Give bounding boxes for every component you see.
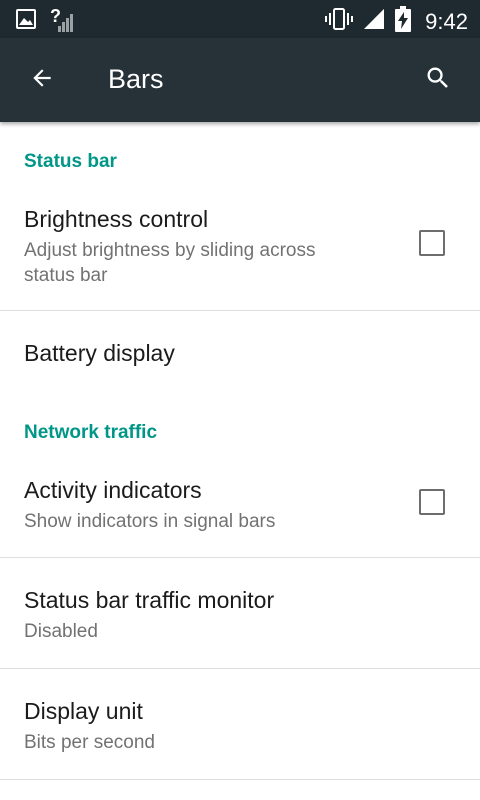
section-header-status-bar: Status bar <box>24 151 117 172</box>
pref-summary: Disabled <box>24 621 98 642</box>
pref-brightness-control[interactable]: Brightness control Adjust brightness by … <box>0 188 480 310</box>
cell-signal-icon <box>363 8 385 35</box>
app-bar: Bars <box>0 38 480 122</box>
page-title: Bars <box>108 64 164 94</box>
pref-title: Display unit <box>24 698 143 724</box>
pref-traffic-monitor[interactable]: Status bar traffic monitor Disabled <box>0 558 480 668</box>
activity-indicators-checkbox[interactable] <box>419 489 445 515</box>
divider <box>0 779 480 780</box>
search-button[interactable] <box>414 58 462 102</box>
pref-title: Brightness control <box>24 206 209 232</box>
signal-unknown-icon: ? <box>50 6 76 34</box>
pref-title: Battery display <box>24 340 175 366</box>
system-status-bar: ? 9:42 <box>0 0 480 38</box>
pref-activity-indicators[interactable]: Activity indicators Show indicators in s… <box>0 459 480 557</box>
search-icon <box>424 64 452 97</box>
brightness-control-checkbox[interactable] <box>419 230 445 256</box>
image-icon <box>16 8 36 34</box>
status-clock: 9:42 <box>425 8 468 34</box>
arrow-back-icon <box>29 65 55 96</box>
pref-summary: Bits per second <box>24 732 155 753</box>
section-header-network-traffic: Network traffic <box>24 422 158 443</box>
pref-display-unit[interactable]: Display unit Bits per second <box>0 669 480 779</box>
pref-title: Activity indicators <box>24 477 202 503</box>
back-button[interactable] <box>18 58 66 102</box>
pref-summary: Show indicators in signal bars <box>24 511 276 532</box>
pref-battery-display[interactable]: Battery display <box>0 311 480 395</box>
vibrate-icon <box>325 7 354 36</box>
pref-summary: Adjust brightness by sliding across stat… <box>24 240 316 286</box>
pref-title: Status bar traffic monitor <box>24 587 275 613</box>
battery-charging-icon <box>395 6 412 37</box>
signal-unknown-label: ? <box>50 6 61 26</box>
